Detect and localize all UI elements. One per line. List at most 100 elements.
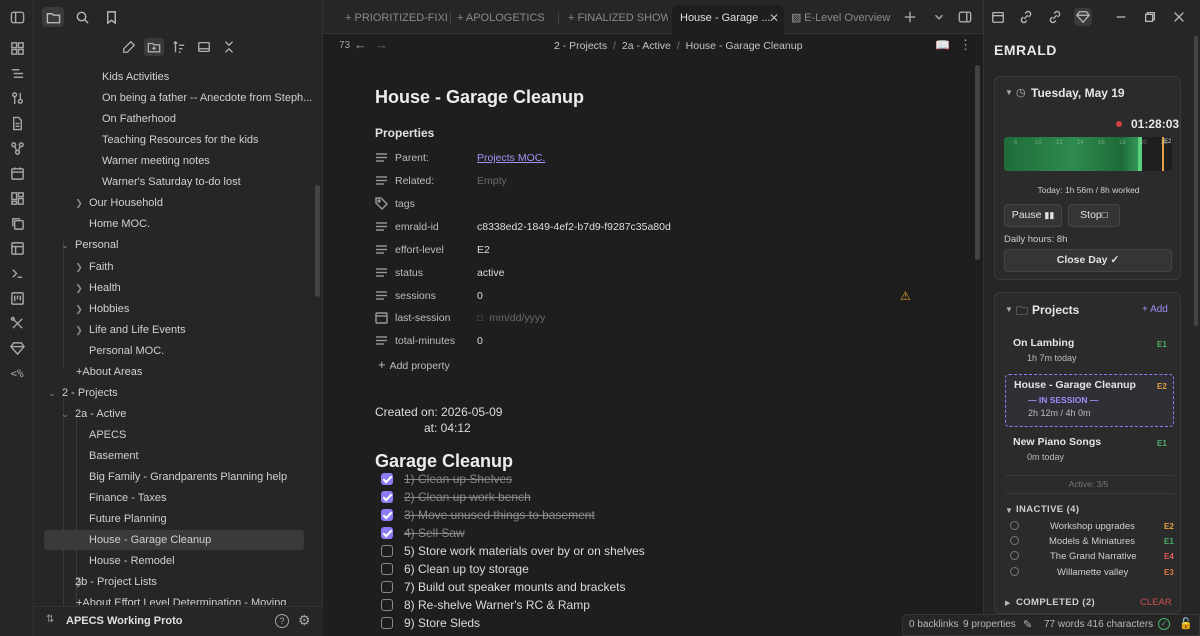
sliders-icon[interactable] [9,90,25,106]
tree-folder[interactable]: Life and Life Events [89,320,309,340]
checkbox-checked[interactable] [381,527,393,539]
tree-item[interactable]: Personal MOC. [89,341,309,361]
tree-item[interactable]: Future Planning [89,509,309,529]
tree-folder[interactable]: 2 - Projects [62,383,282,403]
tree-item[interactable]: +About Areas [76,362,296,382]
editor[interactable]: House - Garage Cleanup Properties Parent… [323,60,983,636]
chevron-right-icon[interactable]: ❯ [74,198,84,209]
link-icon[interactable] [1017,8,1035,26]
settings-gear-icon[interactable]: ⚙ [298,612,311,629]
copy-icon[interactable] [9,215,25,231]
breadcrumb-item[interactable]: 2a - Active [622,40,671,52]
template-icon[interactable]: <% [9,365,25,381]
chevron-right-icon[interactable]: ❯ [74,262,84,273]
breadcrumb-item[interactable]: 2 - Projects [554,40,607,52]
chevron-right-icon[interactable]: ❯ [74,325,84,336]
clear-button[interactable]: CLEAR [1140,597,1172,608]
close-icon[interactable] [1170,8,1188,26]
collapse-triangle-icon[interactable]: ▼ [1005,305,1013,314]
properties-count[interactable]: 9 properties [963,619,1016,630]
tree-item[interactable]: Finance - Taxes [89,488,309,508]
graph-icon[interactable] [9,140,25,156]
tab[interactable]: + APOLOGETICS [449,6,553,30]
property-value[interactable]: active [477,263,504,283]
document-icon[interactable] [9,115,25,131]
add-project-button[interactable]: + Add [1142,304,1168,315]
checkbox-checked[interactable] [381,491,393,503]
chevron-right-icon[interactable]: ❯ [74,304,84,315]
gem-icon[interactable] [9,340,25,356]
sidebar-toggle-icon[interactable] [9,9,25,25]
tree-item[interactable]: Warner's Saturday to-do lost [102,172,322,192]
right-sidebar-toggle-icon[interactable] [957,9,973,25]
checkbox[interactable] [381,617,393,629]
activate-icon[interactable] [1010,551,1019,560]
new-tab-icon[interactable] [902,9,918,25]
close-tab-icon[interactable]: ✕ [769,5,779,32]
tree-item[interactable]: Basement [89,446,309,466]
collapse-triangle-icon[interactable]: ▼ [1005,506,1013,515]
chevron-right-icon[interactable]: ❯ [74,283,84,294]
collapse-triangle-icon[interactable]: ▼ [1005,88,1013,97]
checkbox[interactable] [381,581,393,593]
checkbox[interactable] [381,545,393,557]
list-icon[interactable] [9,65,25,81]
parent-link[interactable]: Projects MOC. [477,148,545,168]
minimize-icon[interactable] [1112,8,1130,26]
tree-item-selected[interactable]: House - Garage Cleanup [44,530,304,550]
bookmark-icon[interactable] [100,7,122,27]
inactive-project[interactable]: The Grand Narrative E4 [1010,551,1186,566]
outgoing-link-icon[interactable] [1046,8,1064,26]
tab-active[interactable]: House - Garage ... ✕ [672,5,784,34]
collapse-all-icon[interactable] [219,38,239,56]
checkbox[interactable] [381,563,393,575]
section-heading[interactable]: Garage Cleanup [375,451,513,472]
folder-icon[interactable] [42,7,64,27]
stop-button[interactable]: Stop□ [1068,204,1120,227]
project-item[interactable]: On Lambing 1h 7m today E1 [1005,333,1174,369]
lock-icon[interactable]: 🔓 [1179,617,1193,630]
chevron-down-icon[interactable]: ⌄ [60,409,70,420]
breadcrumb-item[interactable]: House - Garage Cleanup [686,40,803,52]
tools-icon[interactable] [9,315,25,331]
gem-icon[interactable] [1074,8,1092,26]
checkbox-checked[interactable] [381,509,393,521]
completed-heading[interactable]: COMPLETED (2) [1016,597,1095,608]
chevron-down-icon[interactable]: ⌄ [47,388,57,399]
forward-arrow-icon[interactable]: → [375,37,388,52]
new-folder-icon[interactable] [144,38,164,56]
date-input[interactable]: □ mm/dd/yyyy [477,308,545,328]
calendar-icon[interactable] [9,165,25,181]
inactive-heading[interactable]: INACTIVE (4) [1016,504,1079,515]
tree-folder[interactable]: Personal [75,235,295,255]
warning-icon[interactable]: ⚠ [900,289,911,303]
back-arrow-icon[interactable]: ← [354,37,367,52]
tree-item[interactable]: Kids Activities [102,67,322,87]
help-icon[interactable]: ? [275,614,289,628]
property-value[interactable]: Empty [477,171,507,191]
activate-icon[interactable] [1010,567,1019,576]
chevron-down-icon[interactable] [931,9,947,25]
add-property-button[interactable]: + Add property [378,357,450,372]
scrollbar[interactable] [315,185,320,297]
property-value[interactable]: c8338ed2-1849-4ef2-b7d9-f9287c35a80d [477,217,671,237]
new-note-icon[interactable] [119,38,139,56]
property-value[interactable]: 0 [477,331,483,351]
tree-item[interactable]: House - Remodel [89,551,309,571]
reading-view-icon[interactable]: 📖 [935,38,950,52]
dashboard-icon[interactable] [9,190,25,206]
tree-folder[interactable]: Health [89,278,309,298]
backlinks-count[interactable]: 0 backlinks [909,619,958,630]
edit-pencil-icon[interactable]: ✎ [1023,618,1032,631]
tree-item[interactable]: Warner meeting notes [102,151,322,171]
expand-triangle-icon[interactable]: ▶ [1005,599,1010,607]
tree-folder[interactable]: Our Household [89,193,309,213]
tree-item[interactable]: Big Family - Grandparents Planning help [89,467,309,487]
tree-item[interactable]: +About Effort Level Determination - Movi… [76,593,288,605]
checkbox-checked[interactable] [381,473,393,485]
project-item-active[interactable]: House - Garage Cleanup — IN SESSION — 2h… [1005,374,1174,427]
tab[interactable]: + PRIORITIZED-FIXES [337,6,447,30]
restore-icon[interactable] [1141,8,1159,26]
activate-icon[interactable] [1010,521,1019,530]
tree-item[interactable]: Home MOC. [89,214,309,234]
